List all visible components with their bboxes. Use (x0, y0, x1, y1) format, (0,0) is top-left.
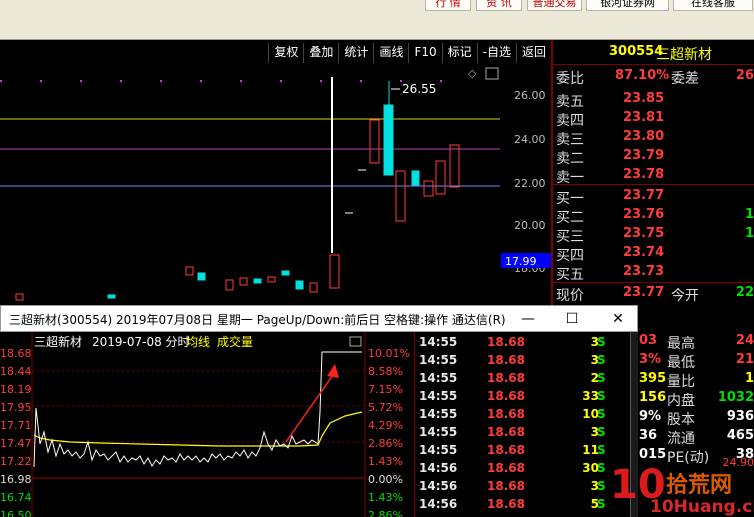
chart-mode-icon[interactable] (349, 336, 362, 347)
broker-site-button[interactable]: 银河证券网 (586, 0, 669, 11)
tick-row: 14:55 18.68 3 S (419, 353, 606, 367)
tool-f10[interactable]: F10 (408, 43, 441, 63)
svg-text:4.29%: 4.29% (368, 419, 403, 432)
orderbook-header: 300554 三超新材 (553, 43, 754, 65)
news-button[interactable]: 资 讯 (476, 0, 522, 11)
stat-row: 395 量比 1 (639, 371, 754, 390)
tick-row: 14:55 18.68 3 S (419, 335, 606, 349)
svg-text:0.00%: 0.00% (368, 473, 403, 486)
svg-text:18.68: 18.68 (0, 347, 32, 360)
ask-row: 卖一 23.78 (556, 167, 665, 186)
ask-row: 卖三 23.80 (556, 129, 665, 148)
watermark-brand: 拾荒网 (666, 472, 732, 498)
svg-text:17.47: 17.47 (0, 437, 32, 450)
stat-row: 03 最高 24 (639, 333, 754, 352)
svg-text:17.22: 17.22 (0, 455, 32, 468)
svg-text:10.01%: 10.01% (368, 347, 410, 360)
weibi-row: 委比 87.10% 委差 26 (553, 67, 754, 87)
stat-row: 现价 23.77 今开 22 (556, 285, 754, 304)
stat-row: 36 流通 465 (639, 428, 754, 447)
tick-row: 14:55 18.68 2 S (419, 371, 606, 385)
kline-y-axis: 26.00 24.00 22.00 20.00 18.00 (514, 89, 546, 275)
online-service-button[interactable]: 在线客服 (673, 0, 753, 11)
peak-label: 26.55 (402, 82, 436, 96)
minimize-button[interactable]: — (513, 309, 543, 329)
svg-text:18.44: 18.44 (0, 365, 32, 378)
diamond-icon[interactable]: ◇ (468, 67, 477, 80)
stat-row: 3% 最低 21 (639, 352, 754, 371)
svg-text:17.71: 17.71 (0, 419, 32, 432)
watermark-text: 10Huang.cN (650, 497, 754, 517)
intraday-date: 2019-07-08 分时 (92, 335, 190, 349)
svg-text:8.58%: 8.58% (368, 365, 403, 378)
chart-toolbar: 复权 叠加 统计 画线 F10 标记 -自选 返回 (268, 43, 551, 63)
ask-row: 卖二 23.79 (556, 148, 665, 167)
tick-row: 14:55 18.68 33 S (419, 389, 606, 403)
current-price-tag: 17.99 (505, 255, 537, 268)
tool-overlay[interactable]: 叠加 (303, 43, 338, 63)
ytick-20: 20.00 (514, 219, 546, 232)
tool-draw[interactable]: 画线 (373, 43, 408, 63)
window-mode-icon[interactable] (485, 67, 499, 80)
tool-watchlist[interactable]: -自选 (476, 43, 516, 63)
tool-mark[interactable]: 标记 (441, 43, 477, 63)
ask-row: 卖五 23.85 (556, 91, 665, 110)
svg-text:17.95: 17.95 (0, 401, 32, 414)
volume-legend: 成交量 (217, 334, 253, 349)
orderbook-divider (553, 282, 754, 283)
svg-text:16.50: 16.50 (0, 509, 32, 517)
svg-text:1.43%: 1.43% (368, 455, 403, 468)
intraday-stock-name: 三超新材 (34, 334, 82, 349)
weicha-value: 26 (735, 68, 754, 83)
stat-row: 156 内盘 1032 (639, 390, 754, 409)
site-watermark: 10 拾荒网 10Huang.cN (610, 462, 754, 517)
weibi-label: 委比 (556, 71, 584, 87)
bid-row: 买二 23.76 1 (556, 207, 754, 226)
market-button[interactable]: 行 情 (425, 0, 471, 11)
maximize-button[interactable]: ☐ (557, 309, 587, 329)
bid-row: 买一 23.77 (556, 188, 665, 207)
bid-row: 买四 23.74 (556, 245, 665, 264)
top-bar: 行 情 资 讯 普通交易 银河证券网 在线客服 (0, 0, 754, 40)
trade-button[interactable]: 普通交易 (527, 0, 582, 11)
ytick-22: 22.00 (514, 177, 546, 190)
svg-text:5.72%: 5.72% (368, 401, 403, 414)
annotation-arrow-line (285, 371, 336, 443)
ytick-26: 26.00 (514, 89, 546, 102)
tool-rights[interactable]: 复权 (268, 43, 303, 63)
ask-row: 卖四 23.81 (556, 110, 665, 129)
svg-text:7.15%: 7.15% (368, 383, 403, 396)
close-button[interactable]: ✕ (603, 309, 633, 329)
tool-stats[interactable]: 统计 (338, 43, 373, 63)
weibi-value: 87.10% (615, 68, 670, 83)
svg-text:2.86%: 2.86% (368, 437, 403, 450)
left-price-axis: 18.68 18.44 18.19 17.95 17.71 17.47 17.22 1… (0, 347, 32, 517)
price-line (33, 351, 362, 468)
intraday-gridlines (32, 370, 365, 479)
tick-row: 14:55 18.68 10 S (419, 407, 606, 421)
right-percent-axis: 10.01%8.58% 7.15%5.72% 4.29%2.86% 1.43% … (368, 347, 410, 517)
stat-row: 9% 股本 936 (639, 409, 754, 428)
svg-text:2.86%: 2.86% (368, 509, 403, 517)
intraday-window-titlebar[interactable]: 三超新材(300554) 2019年07月08日 星期一 PageUp/Down… (0, 305, 638, 332)
candles-down (107, 104, 420, 299)
ytick-24: 24.00 (514, 133, 546, 146)
tool-back[interactable]: 返回 (515, 43, 551, 63)
tick-row: 14:55 18.68 3 S (419, 425, 606, 439)
orderbook-divider (553, 184, 754, 185)
svg-text:1.43%: 1.43% (368, 491, 403, 504)
svg-text:16.98: 16.98 (0, 473, 32, 486)
weicha-label: 委差 (671, 71, 699, 87)
svg-text:18.19: 18.19 (0, 383, 32, 396)
window-title: 三超新材(300554) 2019年07月08日 星期一 PageUp/Down… (9, 313, 506, 327)
stock-name: 三超新材 (656, 47, 712, 63)
intraday-chart[interactable]: 三超新材 2019-07-08 分时 均线 成交量 18.68 18.44 18.… (0, 332, 414, 517)
svg-text:16.74: 16.74 (0, 491, 32, 504)
avg-line-legend: 均线 (186, 335, 210, 349)
bid-row: 买五 23.73 (556, 264, 665, 283)
kline-chart[interactable]: 26.55 26.00 24.00 22.00 20.00 18.00 17.9… (0, 63, 551, 308)
bid-row: 买三 23.75 1 (556, 226, 754, 245)
